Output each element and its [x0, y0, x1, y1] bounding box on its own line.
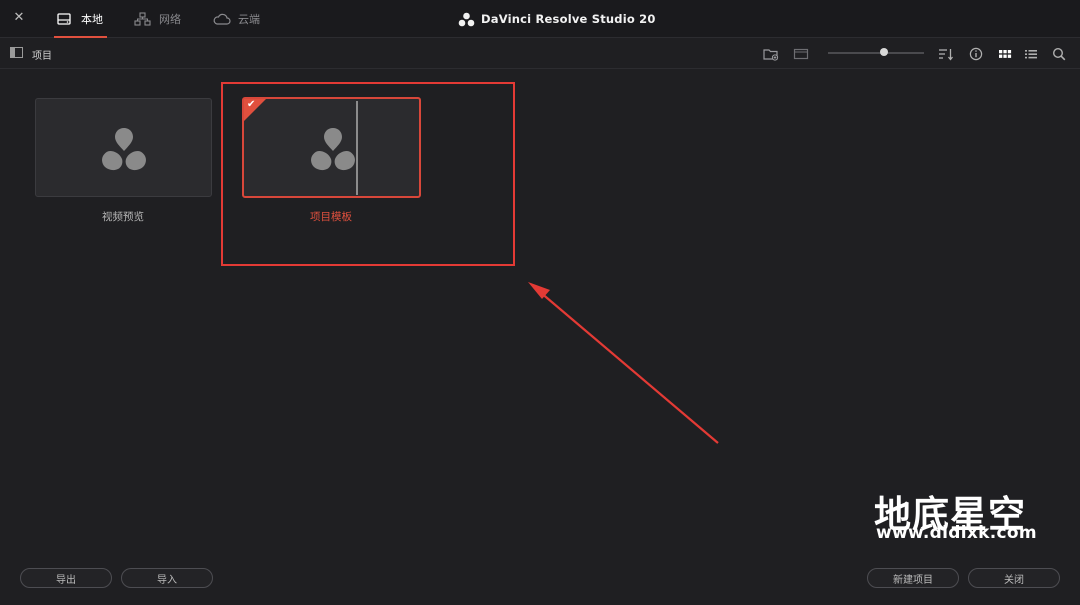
- info-icon: [969, 47, 983, 61]
- sidebar-toggle-icon[interactable]: [10, 47, 23, 58]
- new-project-button[interactable]: 新建项目: [867, 568, 959, 588]
- tab-cloud-label: 云端: [238, 13, 260, 26]
- new-folder-icon: [763, 49, 779, 61]
- tab-local[interactable]: 本地: [54, 0, 107, 38]
- project-thumbnail[interactable]: [35, 98, 212, 197]
- toolbar: 项目: [0, 39, 1080, 69]
- folder-view-button[interactable]: [792, 45, 810, 63]
- info-button[interactable]: [967, 45, 985, 63]
- sort-icon: [939, 49, 953, 61]
- list-view-button[interactable]: [1022, 45, 1040, 63]
- davinci-logo-icon: [102, 128, 146, 171]
- cloud-icon: [213, 13, 231, 25]
- project-name[interactable]: 视频预览: [33, 209, 213, 224]
- close-icon[interactable]: ✕: [12, 10, 26, 26]
- search-button[interactable]: [1050, 45, 1068, 63]
- sort-button[interactable]: [937, 45, 955, 63]
- local-drive-icon: [57, 13, 71, 25]
- thumbnail-size-slider-knob[interactable]: [880, 48, 888, 56]
- watermark-url: www.didixk.com: [876, 523, 1037, 543]
- tab-network[interactable]: 网络: [134, 0, 181, 38]
- close-button[interactable]: 关闭: [968, 568, 1060, 588]
- grid-view-icon: [999, 50, 1012, 58]
- davinci-logo-icon: [458, 12, 475, 26]
- tab-local-label: 本地: [81, 13, 103, 26]
- thumbnail-size-slider[interactable]: [828, 52, 924, 54]
- tab-network-label: 网络: [159, 13, 181, 26]
- folder-view-icon: [793, 48, 809, 60]
- new-folder-button[interactable]: [762, 45, 780, 63]
- list-view-icon: [1025, 50, 1037, 59]
- breadcrumb: 项目: [32, 51, 52, 62]
- export-button[interactable]: 导出: [20, 568, 112, 588]
- annotation-highlight-box: [221, 82, 515, 266]
- tab-cloud[interactable]: 云端: [213, 0, 260, 38]
- app-title-text: DaVinci Resolve Studio 20: [481, 12, 656, 26]
- search-icon: [1052, 47, 1066, 61]
- title-bar: ✕ 本地 网络 云端 DaVinci Resolve Studio 20: [0, 0, 1080, 38]
- network-icon: [134, 12, 151, 26]
- import-button[interactable]: 导入: [121, 568, 213, 588]
- grid-view-button[interactable]: [996, 45, 1014, 63]
- app-title: DaVinci Resolve Studio 20: [458, 9, 656, 29]
